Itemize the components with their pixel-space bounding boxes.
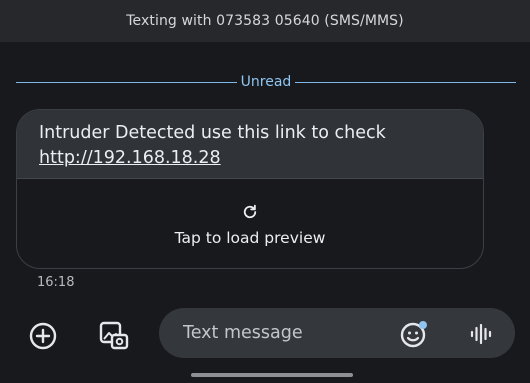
- message-link[interactable]: http://192.168.18.28: [39, 148, 221, 168]
- message-text-block: Intruder Detected use this link to check…: [17, 110, 483, 178]
- text-message-input[interactable]: [183, 308, 383, 358]
- link-preview-button[interactable]: Tap to load preview: [17, 178, 483, 268]
- gallery-button[interactable]: [92, 314, 136, 358]
- gallery-icon: [99, 321, 129, 350]
- conversation-header: Texting with 073583 05640 (SMS/MMS): [0, 0, 530, 42]
- message-bubble[interactable]: Intruder Detected use this link to check…: [16, 109, 484, 269]
- message-timestamp: 16:18: [37, 275, 75, 290]
- voice-message-button[interactable]: [466, 319, 496, 349]
- conversation-title: Texting with 073583 05640 (SMS/MMS): [126, 13, 404, 29]
- unread-divider: Unread: [16, 72, 516, 92]
- voice-waveform-icon: [470, 323, 492, 345]
- emoji-button[interactable]: [397, 317, 431, 351]
- compose-bar: [0, 300, 530, 383]
- divider-line-left: [16, 81, 237, 83]
- divider-line-right: [295, 81, 516, 83]
- home-indicator: [191, 373, 353, 377]
- compose-field[interactable]: [159, 308, 515, 358]
- unread-label: Unread: [240, 74, 292, 90]
- refresh-icon: [243, 204, 257, 218]
- emoji-icon: [400, 321, 427, 348]
- add-attachment-button[interactable]: [23, 316, 63, 356]
- message-text: Intruder Detected use this link to check: [39, 123, 386, 143]
- preview-label: Tap to load preview: [174, 228, 326, 247]
- plus-circle-icon: [29, 322, 57, 350]
